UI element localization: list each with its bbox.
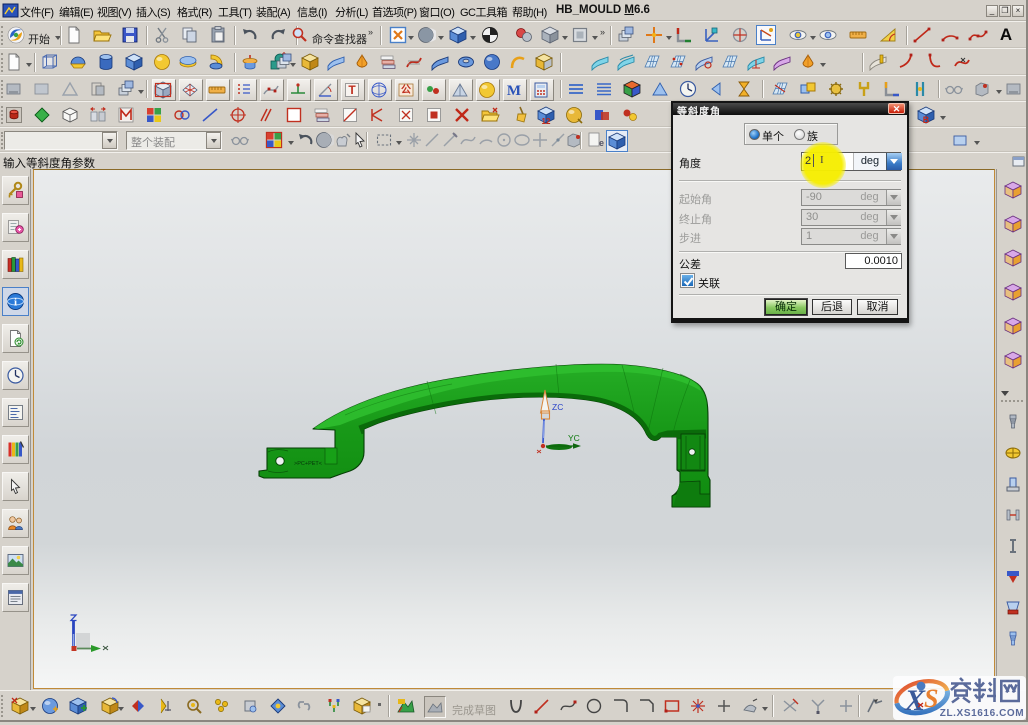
- svg-text:S: S: [924, 684, 938, 713]
- svg-text:B: B: [923, 115, 930, 125]
- svg-text:e: e: [599, 138, 604, 148]
- svg-text:>PC+PET<: >PC+PET<: [294, 461, 322, 467]
- svg-text:ZC: ZC: [552, 402, 563, 412]
- svg-text:i: i: [14, 297, 17, 309]
- svg-text:T: T: [348, 83, 356, 97]
- svg-text:YC: YC: [568, 433, 580, 443]
- svg-text:ZL.XS1616.COM: ZL.XS1616.COM: [940, 708, 1025, 719]
- svg-text:公: 公: [401, 84, 411, 96]
- svg-text:M: M: [507, 83, 521, 99]
- svg-text:X: X: [904, 684, 926, 717]
- svg-text:12: 12: [542, 117, 551, 125]
- svg-text:A: A: [1000, 25, 1012, 44]
